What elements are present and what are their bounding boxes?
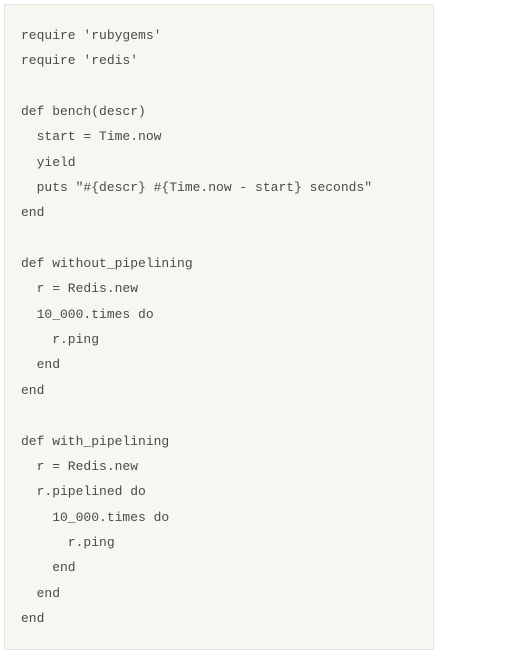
code-content: require 'rubygems' require 'redis' def b… [21,28,372,626]
code-block: require 'rubygems' require 'redis' def b… [4,4,434,650]
